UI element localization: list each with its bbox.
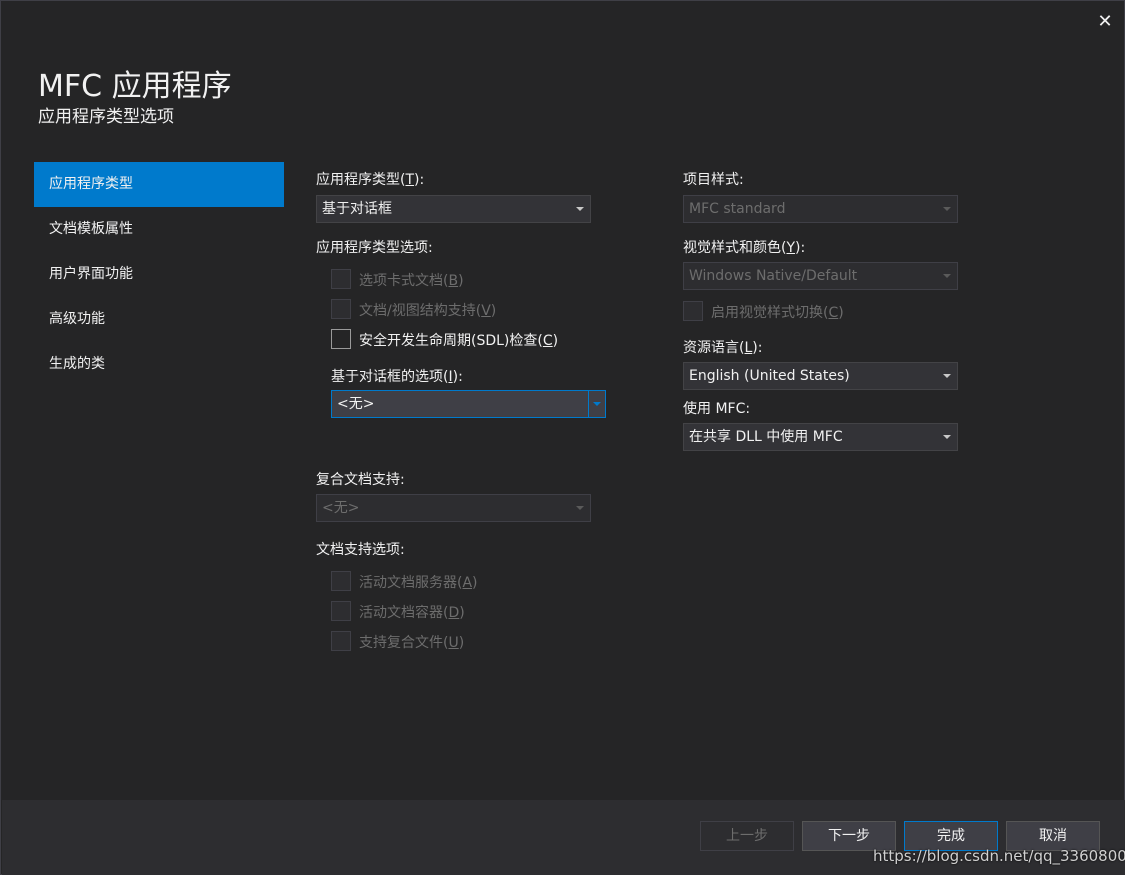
checkbox-box	[331, 269, 351, 289]
back-button[interactable]: 上一步	[700, 821, 794, 851]
dropdown-button[interactable]	[588, 391, 605, 417]
sidebar-nav: 应用程序类型 文档模板属性 用户界面功能 高级功能 生成的类	[34, 162, 284, 387]
checkbox-label: 活动文档服务器(A)	[359, 575, 478, 591]
checkbox-box	[331, 631, 351, 651]
checkbox-box	[331, 571, 351, 591]
checkbox-box	[331, 299, 351, 319]
chevron-down-icon	[576, 506, 584, 510]
checkbox-box	[683, 301, 703, 321]
project-style-select[interactable]: MFC standard	[683, 195, 958, 223]
sidebar-item-generated-classes[interactable]: 生成的类	[34, 342, 284, 387]
compound-doc-label: 复合文档支持:	[316, 472, 405, 488]
app-type-select[interactable]: 基于对话框	[316, 195, 591, 223]
close-icon[interactable]: ✕	[1093, 9, 1117, 35]
chevron-down-icon	[943, 274, 951, 278]
chevron-down-icon	[593, 402, 601, 406]
project-style-label: 项目样式:	[683, 172, 744, 188]
sidebar-item-app-type[interactable]: 应用程序类型	[34, 162, 284, 207]
dialog-options-label: 基于对话框的选项(I):	[331, 369, 463, 385]
watermark-url: https://blog.csdn.net/qq_33608000	[873, 847, 1125, 865]
doc-support-options-label: 文档支持选项:	[316, 542, 405, 558]
visual-style-label: 视觉样式和颜色(Y):	[683, 240, 806, 256]
chevron-down-icon	[576, 207, 584, 211]
checkbox-box	[331, 329, 351, 349]
page-title: MFC 应用程序	[38, 69, 232, 104]
app-type-label: 应用程序类型(T):	[316, 172, 425, 188]
checkbox-label: 文档/视图结构支持(V)	[359, 303, 497, 319]
checkbox-label: 活动文档容器(D)	[359, 605, 465, 621]
checkbox-label: 启用视觉样式切换(C)	[711, 305, 844, 321]
checkbox-label: 选项卡式文档(B)	[359, 273, 464, 289]
sidebar-item-advanced[interactable]: 高级功能	[34, 297, 284, 342]
visual-style-select[interactable]: Windows Native/Default	[683, 262, 958, 290]
checkbox-label: 安全开发生命周期(SDL)检查(C)	[359, 333, 559, 349]
checkbox-label: 支持复合文件(U)	[359, 635, 465, 651]
resource-language-select[interactable]: English (United States)	[683, 362, 958, 390]
sidebar-item-ui-features[interactable]: 用户界面功能	[34, 252, 284, 297]
use-mfc-select[interactable]: 在共享 DLL 中使用 MFC	[683, 423, 958, 451]
checkbox-box	[331, 601, 351, 621]
use-mfc-label: 使用 MFC:	[683, 401, 751, 417]
chevron-down-icon	[943, 374, 951, 378]
page-subtitle: 应用程序类型选项	[38, 107, 174, 127]
resource-language-label: 资源语言(L):	[683, 340, 763, 356]
compound-doc-select[interactable]: <无>	[316, 494, 591, 522]
app-type-options-label: 应用程序类型选项:	[316, 240, 433, 256]
sidebar-item-doc-template[interactable]: 文档模板属性	[34, 207, 284, 252]
chevron-down-icon	[943, 435, 951, 439]
dialog-options-select[interactable]: <无>	[331, 390, 606, 418]
mfc-wizard-dialog: ✕ MFC 应用程序 应用程序类型选项 应用程序类型 文档模板属性 用户界面功能…	[0, 0, 1125, 875]
chevron-down-icon	[943, 207, 951, 211]
